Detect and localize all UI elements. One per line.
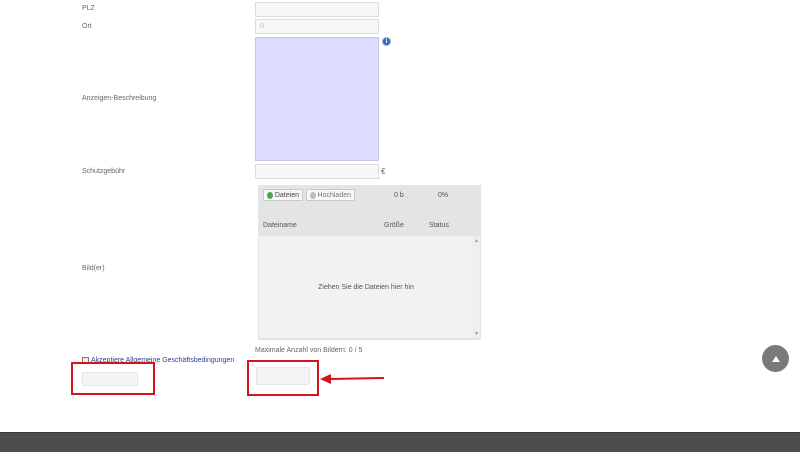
file-dropzone[interactable]: Ziehen Sie die Dateien hier hin xyxy=(259,236,473,338)
annotation-arrow-icon xyxy=(320,374,385,384)
euro-unit: € xyxy=(381,167,386,176)
description-textarea[interactable] xyxy=(255,37,379,161)
drop-hint: Ziehen Sie die Dateien hier hin xyxy=(318,284,414,291)
file-list-scrollbar[interactable] xyxy=(473,236,480,338)
ort-input-value: 0 xyxy=(260,23,264,30)
scroll-down-icon xyxy=(475,332,478,335)
upload-label: Hochladen xyxy=(317,191,351,199)
scroll-up-icon xyxy=(475,239,478,242)
ort-input[interactable]: 0 xyxy=(255,19,379,34)
upload-progress: 0% xyxy=(438,192,449,199)
scroll-to-top-button[interactable] xyxy=(762,345,789,372)
column-status: Status xyxy=(429,222,449,229)
upload-arrow-icon xyxy=(310,191,316,199)
plz-label: PLZ xyxy=(82,5,95,12)
fee-input[interactable] xyxy=(255,164,379,179)
ort-label: Ort xyxy=(82,23,92,30)
annotation-box-right xyxy=(247,360,319,396)
images-label: Bild(er) xyxy=(82,265,105,272)
info-icon[interactable]: i xyxy=(382,37,391,46)
column-size: Größe xyxy=(384,222,404,229)
add-files-label: Dateien xyxy=(274,191,299,199)
plus-icon xyxy=(267,191,273,199)
add-files-button[interactable]: Dateien xyxy=(263,189,303,201)
image-uploader: Dateien Hochladen 0 b 0% Dateiname Größe… xyxy=(258,185,481,340)
plz-input[interactable] xyxy=(255,2,379,17)
column-filename: Dateiname xyxy=(263,222,297,229)
page-footer xyxy=(0,432,800,452)
max-images-note: Maximale Anzahl von Bildern: 0 / 5 xyxy=(255,347,363,354)
upload-button[interactable]: Hochladen xyxy=(306,189,355,201)
total-size: 0 b xyxy=(394,192,404,199)
fee-label: Schutzgebühr xyxy=(82,168,126,175)
arrow-up-icon xyxy=(771,355,780,362)
description-label: Anzeigen-Beschreibung xyxy=(82,95,157,102)
annotation-box-left xyxy=(71,362,155,395)
info-icon-glyph: i xyxy=(385,38,388,45)
